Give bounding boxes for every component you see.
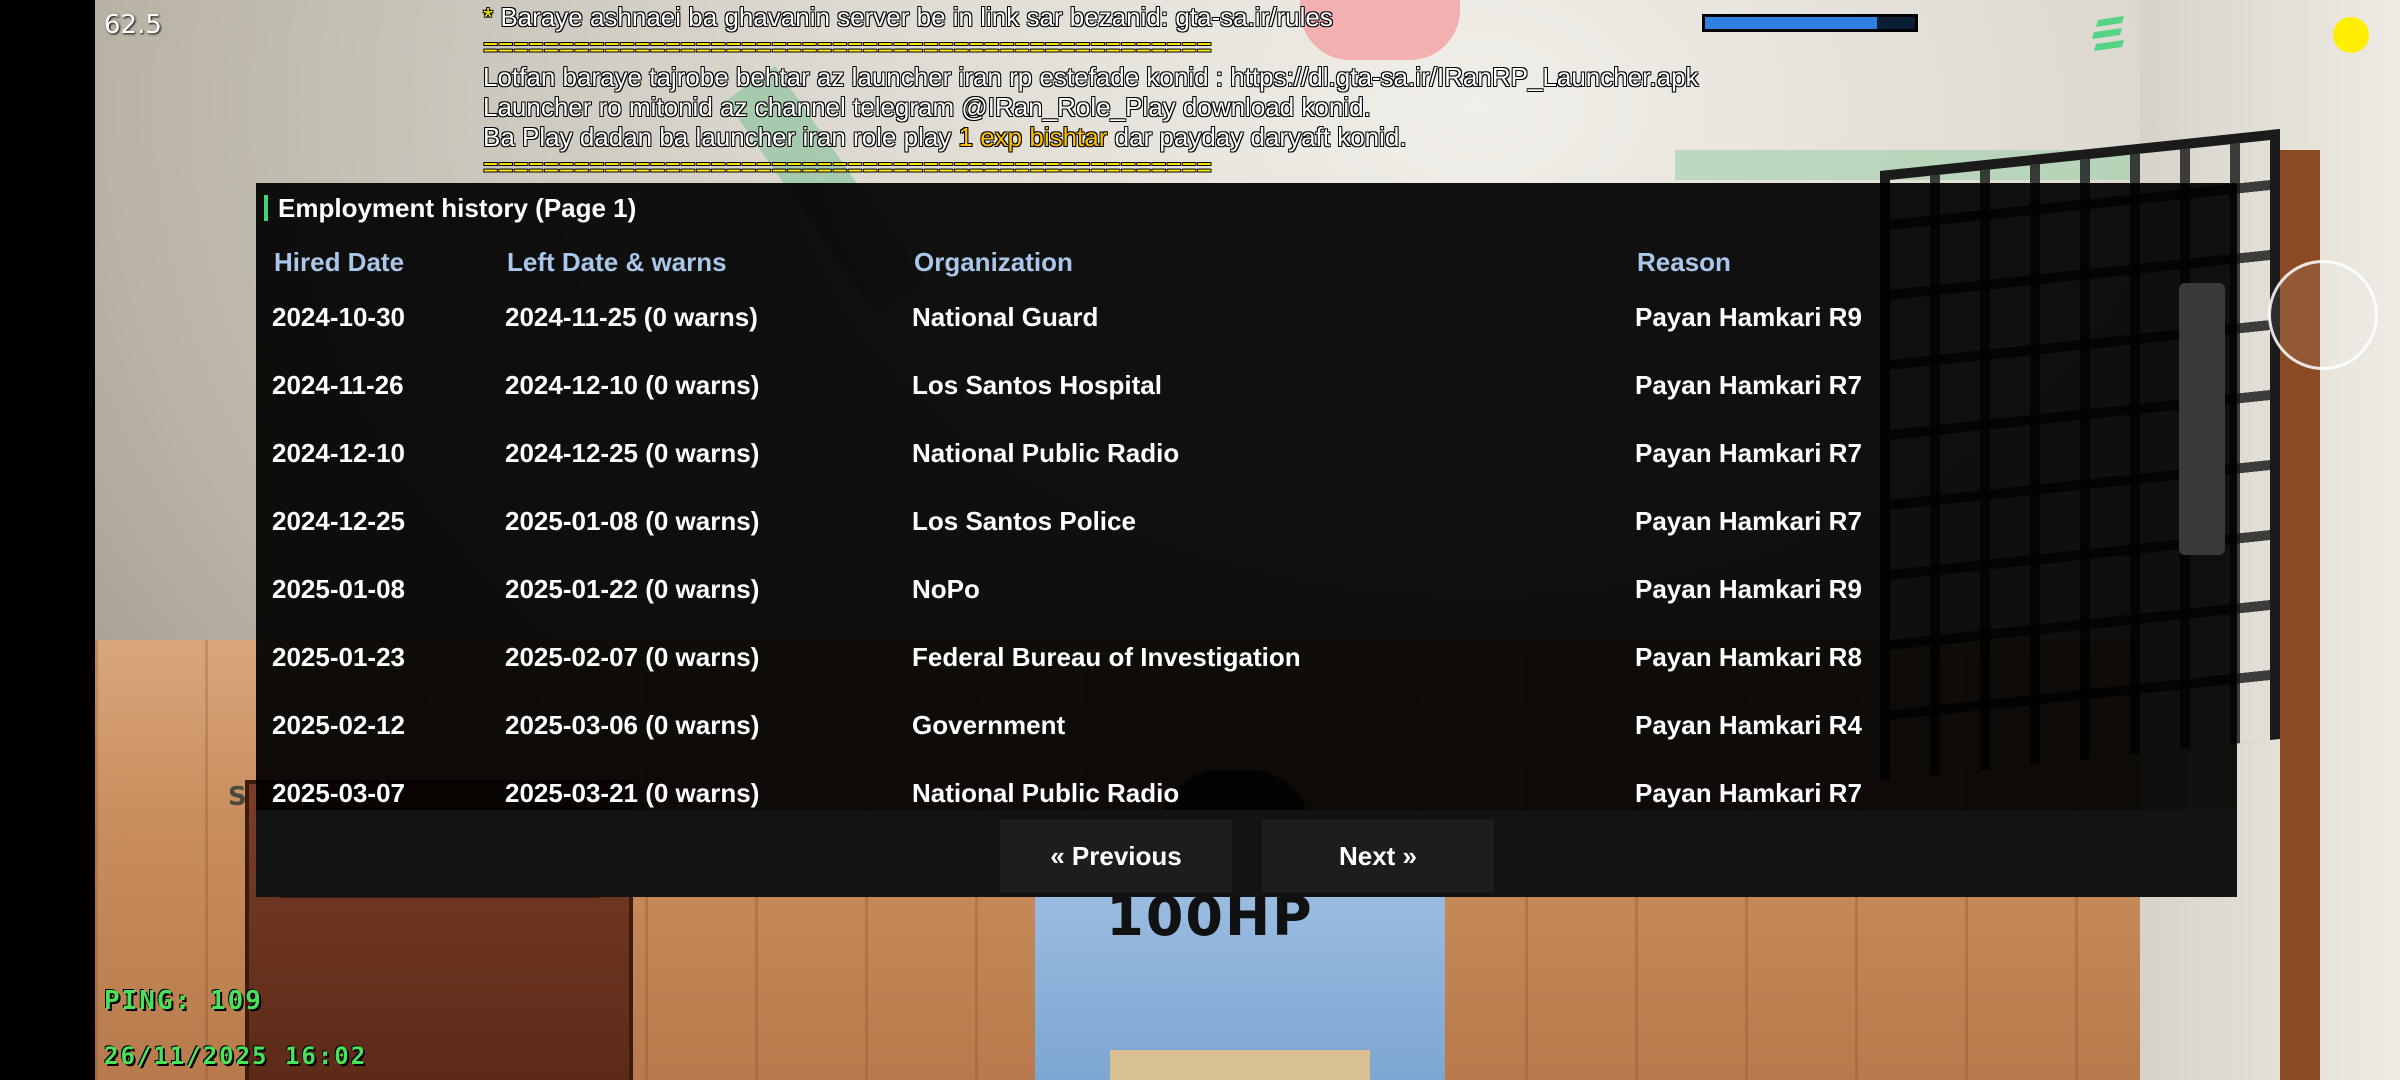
cell-reason: Payan Hamkari R7 bbox=[1635, 506, 1862, 536]
datetime-display: 26/11/2025 16:02 bbox=[104, 1042, 368, 1070]
cell-hired-date: 2024-12-25 bbox=[272, 506, 405, 536]
table-row[interactable]: 2024-12-10 2024-12-25 (0 warns) National… bbox=[264, 419, 2169, 487]
status-indicator-icon bbox=[2333, 17, 2369, 53]
cell-reason: Payan Hamkari R9 bbox=[1635, 302, 1862, 332]
column-header-hired-date: Hired Date bbox=[274, 247, 405, 277]
table-body: 2024-10-30 2024-11-25 (0 warns) National… bbox=[264, 283, 2169, 810]
cell-hired-date: 2025-01-23 bbox=[272, 642, 405, 672]
dialog-title: Employment history (Page 1) bbox=[264, 193, 636, 223]
cell-left-date: 2024-11-25 (0 warns) bbox=[505, 302, 758, 332]
cell-left-date: 2025-03-21 (0 warns) bbox=[505, 778, 760, 808]
cell-reason: Payan Hamkari R7 bbox=[1635, 438, 1862, 468]
cell-left-date: 2025-03-06 (0 warns) bbox=[505, 710, 760, 740]
dialog-footer bbox=[256, 810, 2237, 897]
next-page-button[interactable]: Next » bbox=[1262, 819, 1494, 893]
cell-left-date: 2025-01-22 (0 warns) bbox=[505, 574, 760, 604]
column-header-left-date: Left Date & warns bbox=[507, 247, 727, 277]
world-text: S bbox=[228, 782, 247, 812]
cell-left-date: 2025-01-08 (0 warns) bbox=[505, 506, 760, 536]
cell-hired-date: 2024-10-30 bbox=[272, 302, 405, 332]
chat-text: Baraye ashnaei ba ghavanin server be in … bbox=[500, 2, 1333, 32]
cell-organization: NoPo bbox=[912, 574, 980, 604]
chat-separator: ========================================… bbox=[483, 152, 1212, 182]
ping-display: PING: 109 bbox=[104, 986, 263, 1016]
cell-reason: Payan Hamkari R7 bbox=[1635, 370, 1862, 400]
cell-organization: National Guard bbox=[912, 302, 1099, 332]
chat-line: Lotfan baraye tajrobe behtar az launcher… bbox=[483, 62, 1699, 92]
health-bar bbox=[1702, 14, 1918, 32]
chat-line: * Baraye ashnaei ba ghavanin server be i… bbox=[483, 2, 1883, 32]
scrollbar-thumb[interactable] bbox=[2179, 283, 2225, 555]
cell-organization: Los Santos Police bbox=[912, 506, 1136, 536]
cell-organization: National Public Radio bbox=[912, 778, 1180, 808]
table-row[interactable]: 2025-01-08 2025-01-22 (0 warns) NoPo Pay… bbox=[264, 555, 2169, 623]
table-row[interactable]: 2025-02-12 2025-03-06 (0 warns) Governme… bbox=[264, 691, 2169, 759]
chat-text: dar payday daryaft konid. bbox=[1107, 122, 1407, 152]
cell-reason: Payan Hamkari R7 bbox=[1635, 778, 1862, 808]
cell-hired-date: 2024-12-10 bbox=[272, 438, 405, 468]
cell-organization: National Public Radio bbox=[912, 438, 1180, 468]
chat-text: Ba Play dadan ba launcher iran role play bbox=[483, 122, 959, 152]
health-bar-fill bbox=[1705, 17, 1878, 29]
table-header: Hired Date Left Date & warns Organizatio… bbox=[266, 243, 2216, 283]
cell-reason: Payan Hamkari R4 bbox=[1635, 710, 1862, 740]
table-row[interactable]: 2025-03-07 2025-03-21 (0 warns) National… bbox=[264, 759, 2169, 810]
column-header-organization: Organization bbox=[914, 247, 1073, 277]
table-row[interactable]: 2024-12-25 2025-01-08 (0 warns) Los Sant… bbox=[264, 487, 2169, 555]
cell-organization: Federal Bureau of Investigation bbox=[912, 642, 1301, 672]
chat-highlight: 1 exp bishtar bbox=[958, 122, 1108, 152]
cell-organization: Government bbox=[912, 710, 1066, 740]
player-character-pants bbox=[1110, 1050, 1370, 1080]
game-screen: 100HP S 62.5 * Baraye ashnaei ba ghavani… bbox=[0, 0, 2400, 1080]
title-accent-bar bbox=[264, 195, 268, 221]
cell-reason: Payan Hamkari R8 bbox=[1635, 642, 1862, 672]
chat-line: Ba Play dadan ba launcher iran role play… bbox=[483, 122, 1883, 152]
cell-hired-date: 2024-11-26 bbox=[272, 370, 404, 400]
column-header-reason: Reason bbox=[1637, 247, 1731, 277]
cell-reason: Payan Hamkari R9 bbox=[1635, 574, 1862, 604]
cell-organization: Los Santos Hospital bbox=[912, 370, 1162, 400]
server-logo-icon bbox=[2092, 16, 2124, 51]
cell-hired-date: 2025-01-08 bbox=[272, 574, 405, 604]
cell-left-date: 2024-12-25 (0 warns) bbox=[505, 438, 760, 468]
chat-log: * Baraye ashnaei ba ghavanin server be i… bbox=[483, 2, 1883, 182]
chat-separator: ========================================… bbox=[483, 32, 1212, 62]
table-row[interactable]: 2025-01-23 2025-02-07 (0 warns) Federal … bbox=[264, 623, 2169, 691]
cell-left-date: 2025-02-07 (0 warns) bbox=[505, 642, 760, 672]
employment-history-dialog: Employment history (Page 1) Hired Date L… bbox=[256, 183, 2237, 897]
table-row[interactable]: 2024-10-30 2024-11-25 (0 warns) National… bbox=[264, 283, 2169, 351]
table-row[interactable]: 2024-11-26 2024-12-10 (0 warns) Los Sant… bbox=[264, 351, 2169, 419]
chat-line: Launcher ro mitonid az channel telegram … bbox=[483, 92, 1371, 122]
dialog-title-text: Employment history (Page 1) bbox=[278, 192, 637, 223]
chat-prefix: * bbox=[483, 2, 501, 32]
previous-page-button[interactable]: « Previous bbox=[1000, 819, 1232, 893]
cell-hired-date: 2025-03-07 bbox=[272, 778, 405, 808]
fps-counter: 62.5 bbox=[104, 10, 162, 40]
cell-left-date: 2024-12-10 (0 warns) bbox=[505, 370, 760, 400]
action-button[interactable] bbox=[2268, 260, 2378, 370]
cell-hired-date: 2025-02-12 bbox=[272, 710, 405, 740]
